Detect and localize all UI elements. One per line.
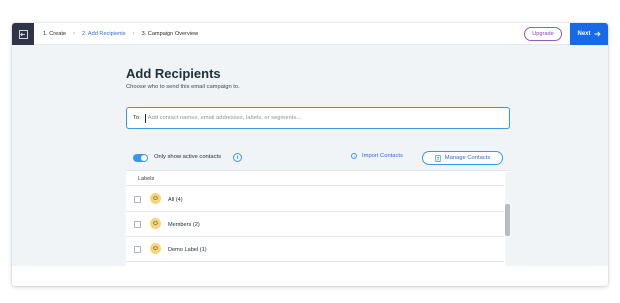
recipients-input[interactable] — [144, 113, 485, 123]
next-button-label: Next — [577, 31, 591, 37]
active-contacts-toggle[interactable] — [133, 154, 148, 162]
manage-contacts-label: Manage Contacts — [444, 155, 491, 161]
list-item[interactable]: ☺ Members (2) — [126, 212, 504, 237]
labels-list: ☺ All (4) ☺ Members (2) ☺ Demo Label (1) — [126, 187, 504, 262]
import-icon — [351, 153, 357, 159]
label-checkbox[interactable] — [134, 221, 141, 228]
breadcrumb: 1. Create › 2. Add Recipients › 3. Campa… — [43, 23, 198, 45]
toggle-knob — [141, 155, 147, 161]
chevron-right-icon: › — [132, 31, 135, 37]
exit-button[interactable] — [12, 23, 34, 45]
labels-header-text: Labels — [138, 176, 155, 182]
import-contacts-button[interactable]: Import Contacts — [351, 153, 403, 159]
panel-toolbar: Only show active contacts i Import Conta… — [126, 144, 510, 171]
recipients-field[interactable]: To: — [126, 107, 510, 129]
next-button[interactable]: Next — [570, 23, 608, 45]
chevron-right-icon: › — [73, 31, 76, 37]
footer-band — [12, 266, 608, 286]
label-checkbox[interactable] — [134, 246, 141, 253]
smiley-icon: ☺ — [150, 193, 161, 204]
page-title: Add Recipients — [126, 66, 221, 81]
active-contacts-label: Only show active contacts — [154, 154, 222, 160]
list-item[interactable]: ☺ Demo Label (1) — [126, 237, 504, 262]
scrollbar-thumb[interactable] — [505, 204, 510, 236]
step-create[interactable]: 1. Create — [43, 31, 66, 37]
recipients-panel: Only show active contacts i Import Conta… — [126, 144, 510, 286]
contacts-icon — [434, 154, 441, 162]
exit-icon — [18, 29, 28, 39]
upgrade-button[interactable]: Upgrade — [524, 27, 562, 41]
label-checkbox[interactable] — [134, 196, 141, 203]
step-add-recipients[interactable]: 2. Add Recipients — [82, 31, 126, 37]
info-icon[interactable]: i — [233, 153, 242, 162]
page-subtitle: Choose who to send this email campaign t… — [126, 84, 240, 90]
smiley-icon: ☺ — [150, 218, 161, 229]
label-name: Members (2) — [168, 222, 200, 228]
import-contacts-label: Import Contacts — [362, 153, 403, 159]
top-bar: 1. Create › 2. Add Recipients › 3. Campa… — [12, 23, 608, 45]
smiley-icon: ☺ — [150, 243, 161, 254]
labels-header: Labels — [126, 172, 504, 186]
app-window: 1. Create › 2. Add Recipients › 3. Campa… — [12, 23, 608, 286]
label-name: All (4) — [168, 197, 183, 203]
manage-contacts-button[interactable]: Manage Contacts — [422, 151, 503, 165]
label-name: Demo Label (1) — [168, 247, 207, 253]
to-label: To: — [133, 115, 141, 121]
list-item[interactable]: ☺ All (4) — [126, 187, 504, 212]
arrow-right-icon — [594, 31, 601, 37]
step-campaign-overview[interactable]: 3. Campaign Overview — [142, 31, 199, 37]
